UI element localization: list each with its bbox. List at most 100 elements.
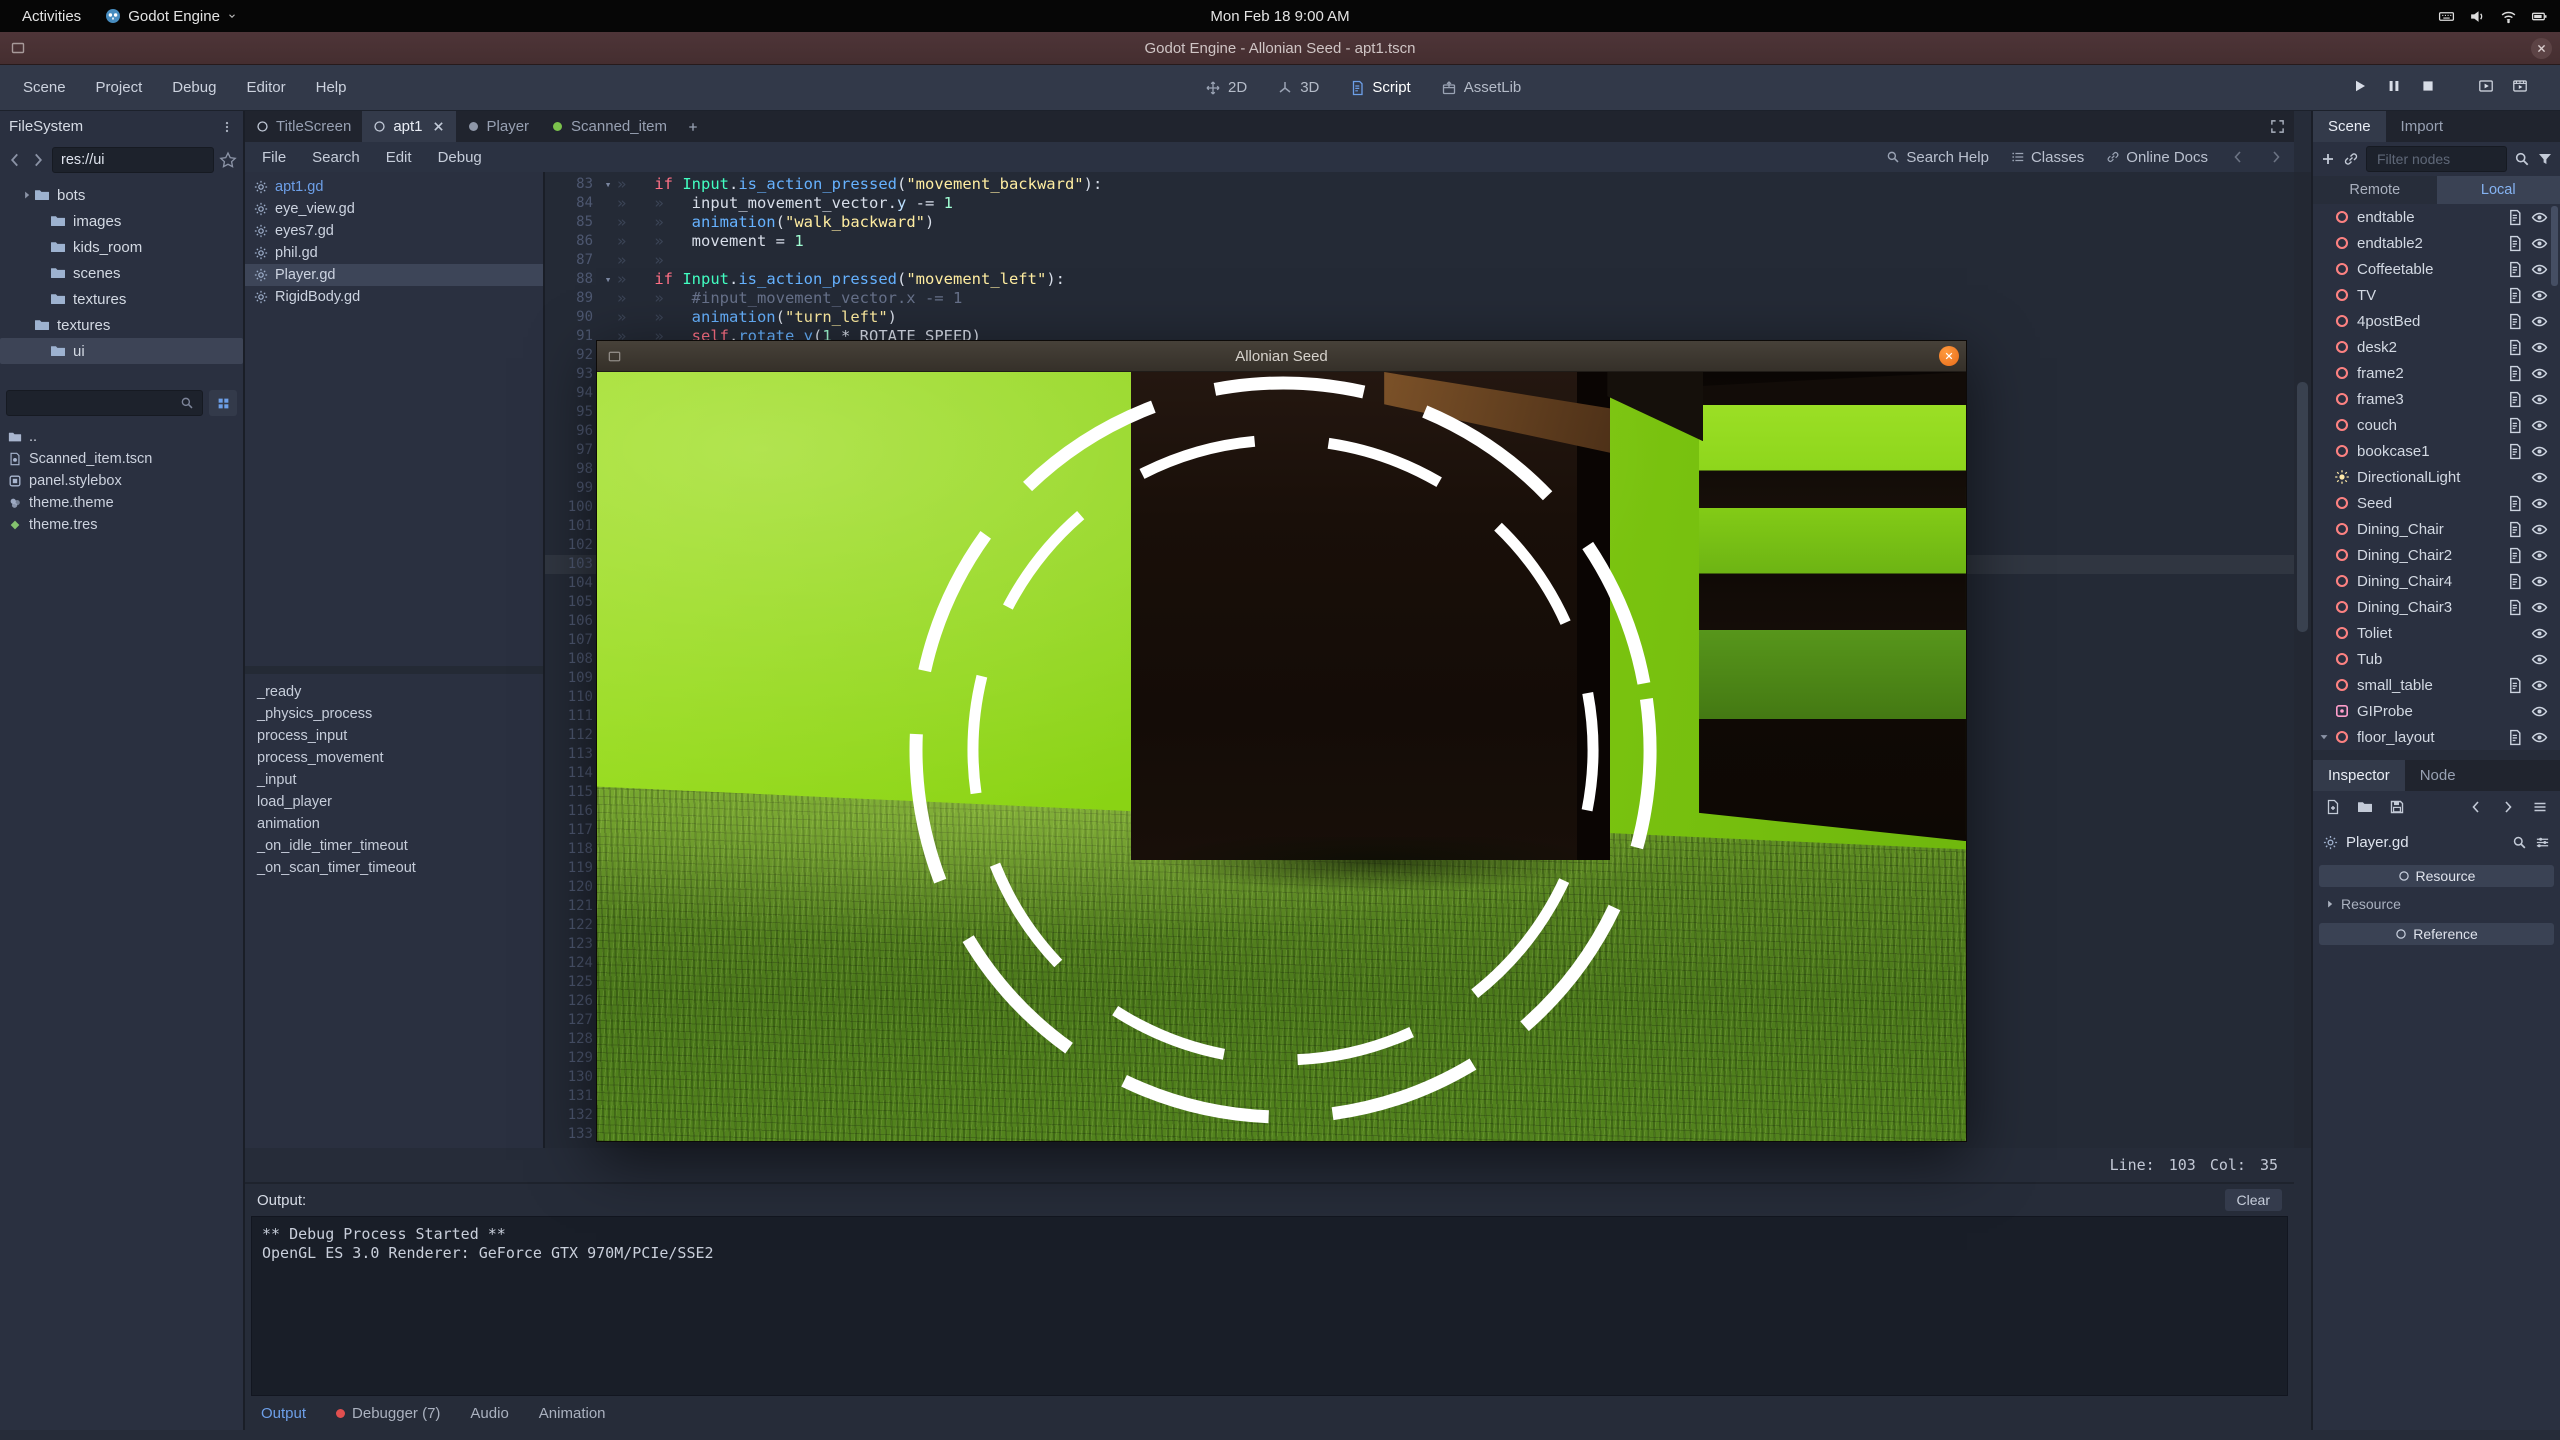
resource-section-header[interactable]: Resource [2319, 865, 2554, 887]
scene-node-bookcase1[interactable]: bookcase1 [2313, 438, 2560, 464]
attached-script-button[interactable] [2506, 417, 2523, 434]
nav-forward-button[interactable] [29, 151, 47, 169]
menu-project[interactable]: Project [81, 79, 158, 96]
filesystem-search[interactable] [6, 390, 203, 416]
burger-button[interactable] [2532, 799, 2548, 819]
line-number[interactable]: 85 [545, 213, 599, 232]
window-close-button[interactable] [2531, 38, 2552, 59]
attached-script-button[interactable] [2506, 495, 2523, 512]
line-number[interactable]: 130 [545, 1068, 599, 1087]
line-number[interactable]: 88 [545, 270, 599, 289]
method-item-animation[interactable]: animation [245, 813, 543, 835]
dock-splitter[interactable] [2313, 750, 2560, 760]
line-number[interactable]: 123 [545, 935, 599, 954]
visibility-eye-button[interactable] [2531, 417, 2548, 434]
chevron-right-button[interactable] [2500, 799, 2516, 819]
script-history-forward-icon[interactable] [2268, 149, 2284, 165]
bottom-tab-output[interactable]: Output [261, 1405, 306, 1422]
line-number[interactable]: 95 [545, 403, 599, 422]
visibility-eye-button[interactable] [2531, 625, 2548, 642]
script-item-rigidbody-gd[interactable]: RigidBody.gd [245, 286, 543, 308]
attached-script-button[interactable] [2506, 313, 2523, 330]
pause-button[interactable] [2386, 78, 2405, 97]
method-item-physics-process[interactable]: _physics_process [245, 703, 543, 725]
script-menu-file[interactable]: File [249, 149, 299, 166]
bottom-tab-debugger-7[interactable]: Debugger (7) [336, 1405, 440, 1422]
line-number[interactable]: 100 [545, 498, 599, 517]
visibility-eye-button[interactable] [2531, 599, 2548, 616]
visibility-eye-button[interactable] [2531, 287, 2548, 304]
filesystem-folder-bots[interactable]: bots [0, 182, 243, 208]
code-line[interactable]: 90» » animation("turn_left") [545, 308, 2294, 327]
output-log[interactable]: ** Debug Process Started **OpenGL ES 3.0… [251, 1216, 2288, 1396]
line-number[interactable]: 120 [545, 878, 599, 897]
inspector-tools-icon[interactable] [2535, 835, 2550, 850]
scene-node-floor-layout[interactable]: floor_layout [2313, 724, 2560, 750]
attached-script-button[interactable] [2506, 391, 2523, 408]
line-number[interactable]: 127 [545, 1011, 599, 1030]
visibility-eye-button[interactable] [2531, 261, 2548, 278]
scene-node-dining-chair2[interactable]: Dining_Chair2 [2313, 542, 2560, 568]
line-number[interactable]: 133 [545, 1125, 599, 1144]
visibility-eye-button[interactable] [2531, 521, 2548, 538]
line-number[interactable]: 115 [545, 783, 599, 802]
script-item-player-gd[interactable]: Player.gd [245, 264, 543, 286]
game-window-title-bar[interactable]: Allonian Seed [597, 341, 1966, 372]
line-number[interactable]: 92 [545, 346, 599, 365]
system-tray[interactable] [2438, 0, 2548, 32]
line-number[interactable]: 131 [545, 1087, 599, 1106]
script-item-eyes7-gd[interactable]: eyes7.gd [245, 220, 543, 242]
method-item-ready[interactable]: _ready [245, 681, 543, 703]
attached-script-button[interactable] [2506, 235, 2523, 252]
attached-script-button[interactable] [2506, 443, 2523, 460]
workspace-assetlib[interactable]: AssetLib [1441, 79, 1522, 96]
attached-script-button[interactable] [2506, 339, 2523, 356]
nav-back-button[interactable] [6, 151, 24, 169]
play-button[interactable] [2352, 78, 2371, 97]
line-number[interactable]: 83 [545, 175, 599, 194]
line-number[interactable]: 106 [545, 612, 599, 631]
line-number[interactable]: 129 [545, 1049, 599, 1068]
visibility-eye-button[interactable] [2531, 573, 2548, 590]
scene-node-endtable[interactable]: endtable [2313, 204, 2560, 230]
code-line[interactable]: 87» » [545, 251, 2294, 270]
page-plus-button[interactable] [2325, 799, 2341, 819]
stop-button[interactable] [2420, 78, 2439, 97]
script-menu-edit[interactable]: Edit [373, 149, 425, 166]
line-number[interactable]: 108 [545, 650, 599, 669]
visibility-eye-button[interactable] [2531, 729, 2548, 746]
window-title-bar[interactable]: Godot Engine - Allonian Seed - apt1.tscn [0, 32, 2560, 65]
code-line[interactable]: 88▾» if Input.is_action_pressed("movemen… [545, 270, 2294, 289]
scene-node-endtable2[interactable]: endtable2 [2313, 230, 2560, 256]
scene-tab-apt1[interactable]: apt1 [362, 111, 455, 142]
line-number[interactable]: 119 [545, 859, 599, 878]
script-item-eye-view-gd[interactable]: eye_view.gd [245, 198, 543, 220]
visibility-eye-button[interactable] [2531, 235, 2548, 252]
visibility-eye-button[interactable] [2531, 443, 2548, 460]
search-input[interactable] [15, 394, 180, 412]
scene-node-dining-chair3[interactable]: Dining_Chair3 [2313, 594, 2560, 620]
line-number[interactable]: 91 [545, 327, 599, 346]
search-icon[interactable] [2514, 151, 2530, 167]
visibility-eye-button[interactable] [2531, 651, 2548, 668]
method-item-on-scan-timer-timeout[interactable]: _on_scan_timer_timeout [245, 857, 543, 879]
script-history-back-icon[interactable] [2230, 149, 2246, 165]
scene-node-dining-chair[interactable]: Dining_Chair [2313, 516, 2560, 542]
line-number[interactable]: 103 [545, 555, 599, 574]
filesystem-folder-images[interactable]: images [0, 208, 243, 234]
caret-down-icon[interactable] [2319, 729, 2334, 746]
method-item-on-idle-timer-timeout[interactable]: _on_idle_timer_timeout [245, 835, 543, 857]
scene-node-desk2[interactable]: desk2 [2313, 334, 2560, 360]
line-number[interactable]: 96 [545, 422, 599, 441]
line-number[interactable]: 107 [545, 631, 599, 650]
line-number[interactable]: 98 [545, 460, 599, 479]
scene-node-seed[interactable]: Seed [2313, 490, 2560, 516]
filter-nodes-input[interactable] [2375, 150, 2498, 168]
attached-script-button[interactable] [2506, 573, 2523, 590]
code-line[interactable]: 89» » #input_movement_vector.x -= 1 [545, 289, 2294, 308]
code-line[interactable]: 85» » animation("walk_backward") [545, 213, 2294, 232]
app-menu[interactable]: Godot Engine [105, 8, 237, 25]
line-number[interactable]: 117 [545, 821, 599, 840]
add-node-button[interactable] [2320, 151, 2336, 167]
instance-scene-button[interactable] [2343, 151, 2359, 167]
